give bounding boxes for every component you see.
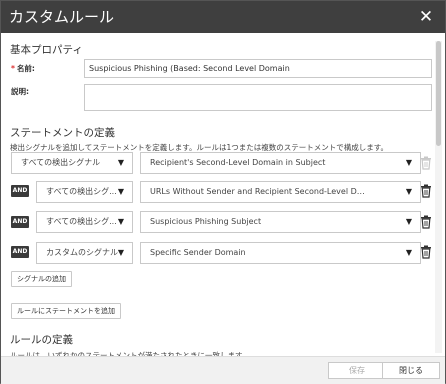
signal-type-value: カスタムのシグナル <box>46 248 118 257</box>
signal-select[interactable]: URLs Without Sender and Recipient Second… <box>140 181 421 203</box>
statements-heading: ステートメントの定義 <box>10 127 115 139</box>
signal-type-select[interactable]: カスタムのシグナル ▼ <box>36 242 133 264</box>
save-button[interactable]: 保存 <box>328 362 386 379</box>
signal-type-value: すべての検出シグナル <box>21 158 101 167</box>
close-icon[interactable]: ✕ <box>417 1 435 33</box>
signal-select[interactable]: Specific Sender Domain ▼ <box>140 242 421 264</box>
scrollbar[interactable] <box>435 41 442 353</box>
custom-rule-dialog: カスタムルール ✕ 基本プロパティ * 名前: Suspicious Phishi… <box>0 0 446 384</box>
chevron-down-icon: ▼ <box>117 217 124 226</box>
chevron-down-icon: ▼ <box>117 187 124 196</box>
signal-type-select[interactable]: すべての検出シグ... ▼ <box>36 211 133 233</box>
rule-definition-heading: ルールの定義 <box>10 334 73 346</box>
signal-value: Specific Sender Domain <box>150 248 246 257</box>
dialog-titlebar: カスタムルール ✕ <box>1 1 445 33</box>
and-badge: AND <box>11 246 29 258</box>
scrollbar-thumb[interactable] <box>436 41 441 146</box>
dialog-footer: 保存 閉じる <box>1 356 445 384</box>
add-statement-button[interactable]: ルールにステートメントを追加 <box>11 303 121 319</box>
name-label-text: 名前: <box>16 64 35 73</box>
signal-value: Recipient's Second-Level Domain in Subje… <box>150 158 326 167</box>
signal-type-select[interactable]: すべての検出シグ... ▼ <box>36 181 133 203</box>
chevron-down-icon: ▼ <box>405 187 412 196</box>
signal-type-value: すべての検出シグ... <box>46 217 117 226</box>
signal-value: URLs Without Sender and Recipient Second… <box>150 187 365 196</box>
chevron-down-icon: ▼ <box>405 217 412 226</box>
signal-value: Suspicious Phishing Subject <box>150 217 262 226</box>
rule-definition-text: ルールは、いずれかのステートメントが満たされたときに一致します <box>10 351 243 356</box>
description-input[interactable] <box>84 84 432 111</box>
basic-properties-heading: 基本プロパティ <box>10 44 83 56</box>
trash-icon <box>421 156 431 170</box>
chevron-down-icon: ▼ <box>405 158 412 167</box>
add-signal-button[interactable]: シグナルの追加 <box>11 271 72 287</box>
name-label: * 名前: <box>11 63 35 74</box>
and-badge: AND <box>11 185 29 197</box>
chevron-down-icon: ▼ <box>405 248 412 257</box>
and-badge: AND <box>11 216 29 228</box>
required-mark: * <box>11 64 15 73</box>
signal-select[interactable]: Recipient's Second-Level Domain in Subje… <box>140 152 421 174</box>
name-input[interactable]: Suspicious Phishing (Based: Second Level… <box>84 59 432 78</box>
signal-select[interactable]: Suspicious Phishing Subject ▼ <box>140 211 421 233</box>
trash-icon[interactable] <box>420 245 432 259</box>
signal-type-value: すべての検出シグ... <box>46 187 117 196</box>
signal-type-select[interactable]: すべての検出シグナル ▼ <box>11 152 133 174</box>
close-button[interactable]: 閉じる <box>382 362 440 379</box>
trash-icon[interactable] <box>420 184 432 198</box>
description-label: 説明: <box>11 87 29 96</box>
chevron-down-icon: ▼ <box>117 158 124 167</box>
dialog-title: カスタムルール <box>9 8 115 26</box>
trash-icon[interactable] <box>420 215 432 229</box>
chevron-down-icon: ▼ <box>117 248 124 257</box>
